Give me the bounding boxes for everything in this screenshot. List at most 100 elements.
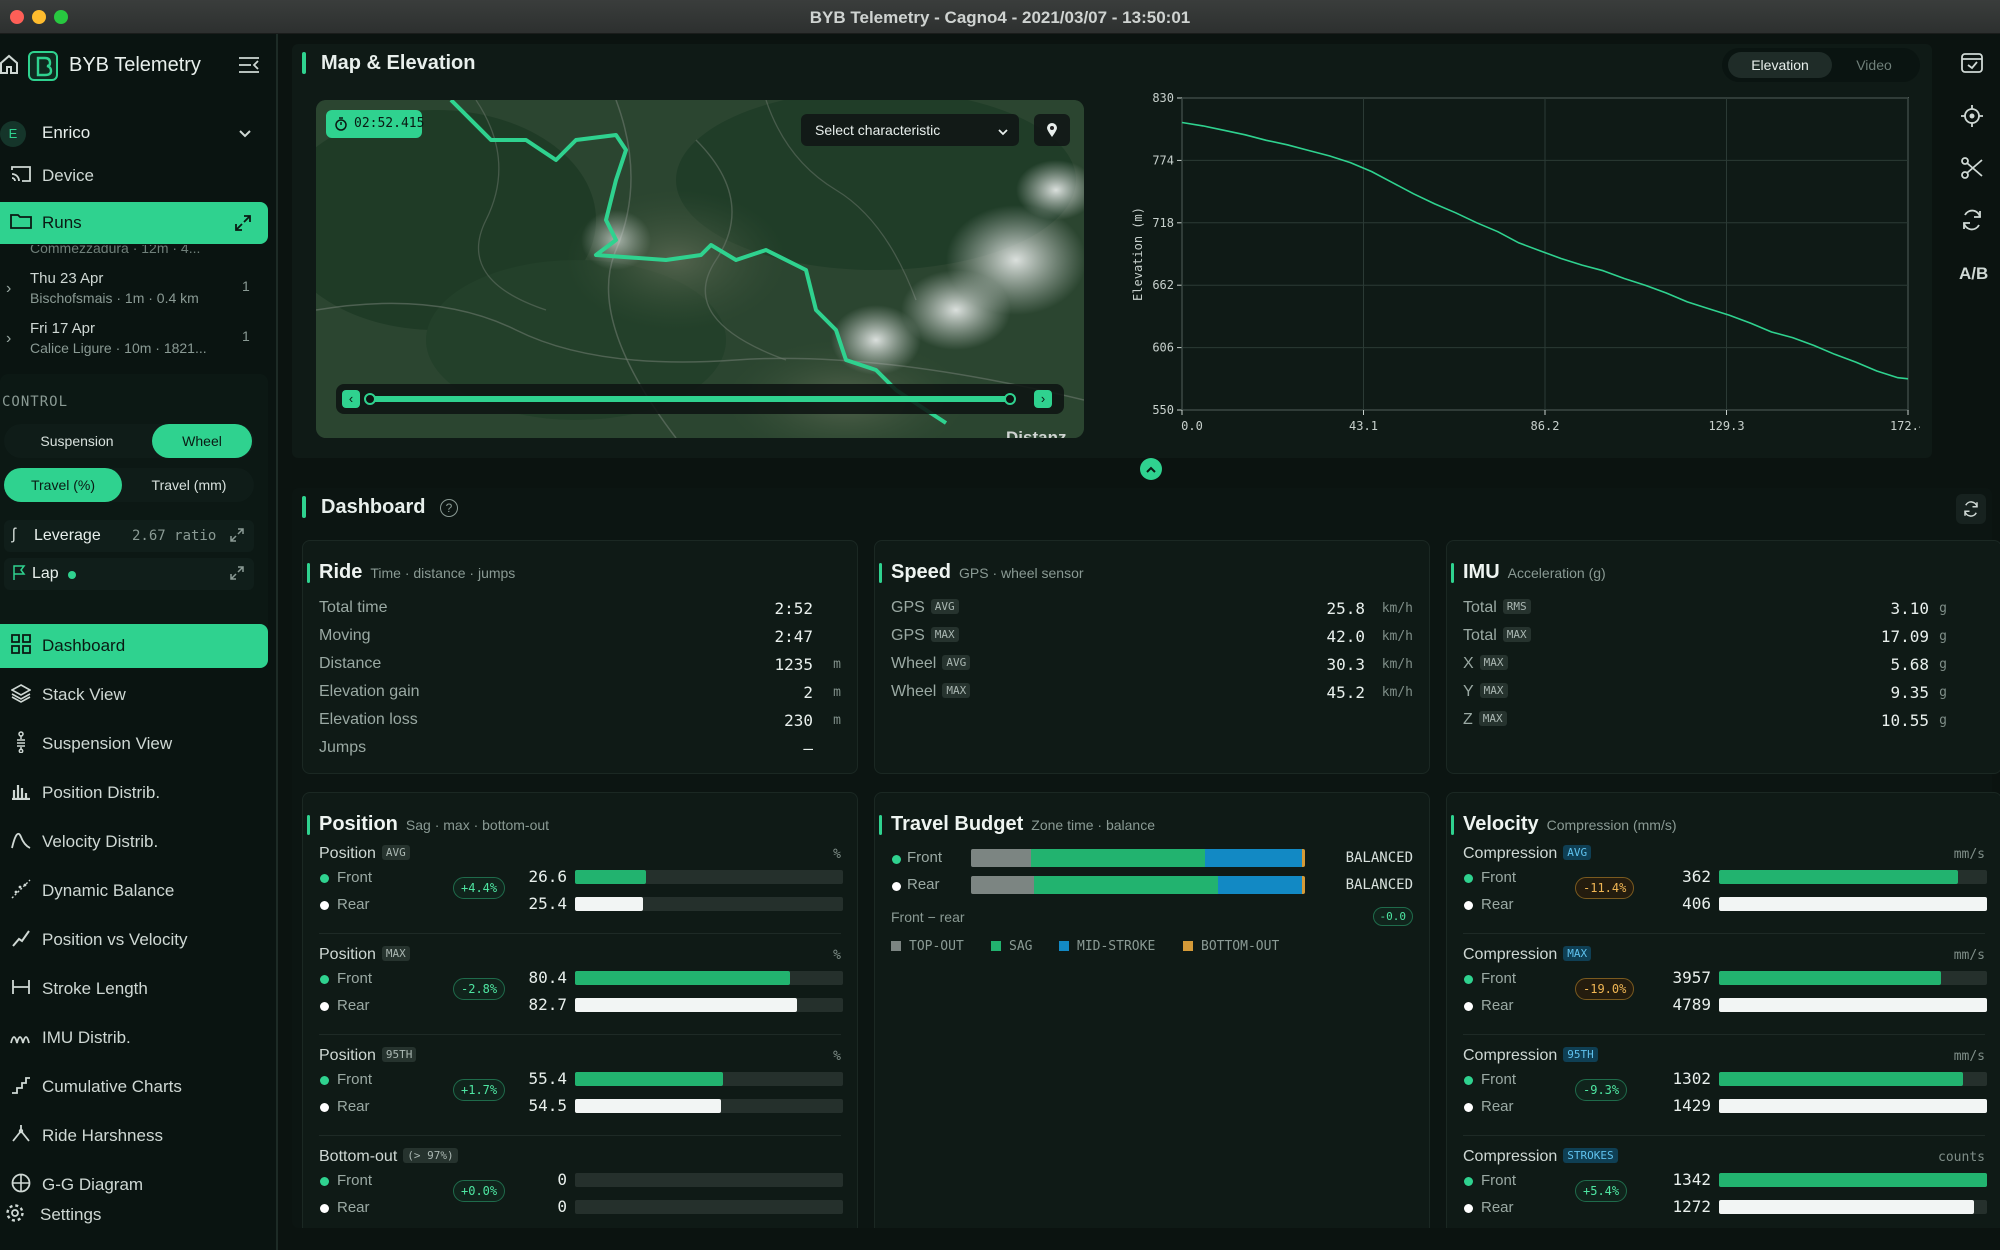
sidebar-item-ride-harshness[interactable]: Ride Harshness — [0, 1114, 268, 1158]
tab-elevation[interactable]: Elevation — [1728, 52, 1832, 78]
legend-item: MID-STROKE — [1059, 939, 1155, 954]
elevation-chart-svg: 830 774 718 662 606 550 0.0 43.1 86.2 129.3 172.4 E… — [1131, 91, 1926, 433]
stat-row: Wheel AVG 30.3 km/h — [891, 655, 1413, 677]
sidebar-item-position-distrib[interactable]: Position Distrib. — [0, 771, 268, 815]
expand-icon[interactable] — [230, 566, 244, 585]
sidebar-item-runs[interactable]: Runs — [0, 202, 268, 244]
sidebar-item-dynamic-balance[interactable]: Dynamic Balance — [0, 869, 268, 913]
sidebar-item-velocity-distrib[interactable]: Velocity Distrib. — [0, 820, 268, 864]
front-label: Front — [1481, 869, 1517, 886]
map-pin-button[interactable] — [1034, 114, 1070, 146]
metric-unit: mm/s — [1953, 948, 1985, 963]
shock-icon — [0, 730, 42, 758]
window-titlebar: BYB Telemetry - Cagno4 - 2021/03/07 - 13… — [0, 0, 2000, 34]
front-dot — [320, 1177, 329, 1186]
rear-label: Rear — [337, 1098, 370, 1115]
timeline-start-handle[interactable] — [364, 393, 376, 405]
metric-tag: STROKES — [1563, 1148, 1618, 1163]
travel-mm-option[interactable]: Travel (mm) — [126, 468, 252, 502]
stat-label: Moving — [319, 627, 371, 644]
target-icon[interactable] — [1960, 104, 1984, 133]
sidebar-item-stack-view[interactable]: Stack View — [0, 673, 268, 717]
step-back-icon[interactable]: ‹ — [342, 390, 360, 408]
step-forward-icon[interactable]: › — [1034, 390, 1052, 408]
divider — [319, 933, 841, 934]
sidebar-item-dashboard[interactable]: Dashboard — [0, 624, 268, 668]
sidebar-item-device[interactable]: Device — [0, 154, 268, 198]
collapse-map-button[interactable] — [1140, 458, 1162, 480]
home-icon[interactable] — [0, 54, 18, 76]
tab-video[interactable]: Video — [1834, 52, 1914, 78]
collapse-sidebar-icon[interactable] — [238, 56, 260, 74]
stat-tag: AVG — [942, 655, 971, 670]
metric-unit: mm/s — [1953, 1049, 1985, 1064]
run-details: Calice Ligure · 10m · 1821... — [30, 340, 207, 356]
front-bar-fill — [1719, 870, 1958, 884]
card-title-text: Velocity — [1463, 813, 1539, 835]
y-tick-label: 550 — [1152, 403, 1174, 417]
x-tick-label: 86.2 — [1531, 419, 1560, 433]
run-list-item[interactable]: › Thu 23 Apr Bischofsmais · 1m · 0.4 km … — [0, 266, 268, 314]
satellite-map[interactable]: 02:52.415 Select characteristic ‹ › Dist… — [316, 100, 1084, 438]
metric-label: Compression STROKES — [1463, 1148, 1618, 1166]
dashboard-refresh-button[interactable] — [1956, 494, 1986, 524]
timeline-end-handle[interactable] — [1004, 393, 1016, 405]
sidebar-item-suspension-view[interactable]: Suspension View — [0, 722, 268, 766]
stat-label: Total — [1463, 599, 1497, 616]
wheel-mode-option[interactable]: Wheel — [152, 424, 252, 458]
app-name: BYB Telemetry — [69, 54, 201, 76]
rear-bar-track — [575, 897, 843, 911]
sidebar-item-settings[interactable]: Settings — [0, 1198, 268, 1232]
cast-icon — [0, 165, 42, 188]
metric-tag: (> 97%) — [403, 1148, 458, 1163]
section-accent — [302, 52, 306, 74]
card-subtitle: Zone time · balance — [1031, 817, 1155, 833]
sidebar-item-cumulative-charts[interactable]: Cumulative Charts — [0, 1065, 268, 1109]
metric-label: Compression AVG — [1463, 845, 1592, 863]
expand-icon[interactable] — [234, 214, 252, 237]
sidebar-item-label: Device — [42, 166, 94, 185]
metric-group: Compression AVG mm/s Front Rear -11.4% 362 406 — [1447, 845, 2000, 941]
section-accent — [302, 496, 306, 518]
front-bar-fill — [1719, 971, 1942, 985]
metric-group: Position MAX% Front Rear -2.8% 80.4 82.7 — [303, 946, 857, 1042]
sidebar-item-imu-distrib[interactable]: IMU Distrib. — [0, 1016, 268, 1060]
stat-row: GPS AVG 25.8 km/h — [891, 599, 1413, 621]
run-list-item[interactable]: › Fri 17 Apr Calice Ligure · 10m · 1821.… — [0, 316, 268, 364]
notes-icon[interactable] — [1960, 52, 1984, 79]
lap-status-dot — [68, 571, 76, 579]
stat-value: 2:47 — [774, 627, 813, 646]
sidebar-item-position-vs-velocity[interactable]: Position vs Velocity — [0, 918, 268, 962]
travel-percent-option[interactable]: Travel (%) — [4, 468, 122, 502]
zone-segment — [1034, 876, 1219, 894]
metric-label-text: Compression — [1463, 946, 1558, 963]
sidebar: BYB Telemetry E Enrico Device Runs Comme… — [0, 34, 278, 1250]
rear-label: Rear — [1481, 896, 1514, 913]
front-balance-status: BALANCED — [1345, 850, 1413, 866]
rear-bar-track — [1719, 998, 1987, 1012]
divider — [1463, 1034, 1985, 1035]
stat-unit: g — [1939, 601, 1947, 616]
y-tick-label: 774 — [1152, 153, 1174, 167]
rear-label: Rear — [1481, 1098, 1514, 1115]
legend-swatch — [991, 941, 1001, 951]
refresh-icon[interactable] — [1960, 208, 1984, 237]
stat-value: 2 — [803, 683, 813, 702]
window-title: BYB Telemetry - Cagno4 - 2021/03/07 - 13… — [809, 8, 1191, 27]
card-title-text: Travel Budget — [891, 813, 1024, 835]
timeline-track[interactable] — [370, 396, 1010, 402]
rear-value: 25.4 — [528, 894, 567, 913]
expand-icon[interactable] — [230, 528, 244, 547]
stat-label: Distance — [319, 655, 382, 672]
help-icon[interactable]: ? — [440, 499, 458, 517]
user-selector[interactable]: E Enrico — [0, 114, 268, 154]
scissors-icon[interactable] — [1960, 156, 1984, 185]
steps-icon — [0, 1076, 42, 1099]
leverage-row[interactable]: ʃ Leverage 2.67 ratio — [4, 520, 254, 552]
characteristic-select[interactable]: Select characteristic — [801, 114, 1019, 146]
lap-row[interactable]: Lap — [4, 558, 254, 590]
suspension-mode-option[interactable]: Suspension — [4, 424, 150, 458]
sidebar-item-stroke-length[interactable]: Stroke Length — [0, 967, 268, 1011]
ab-icon[interactable]: A/B — [1959, 264, 1988, 284]
metric-unit: % — [833, 847, 841, 862]
